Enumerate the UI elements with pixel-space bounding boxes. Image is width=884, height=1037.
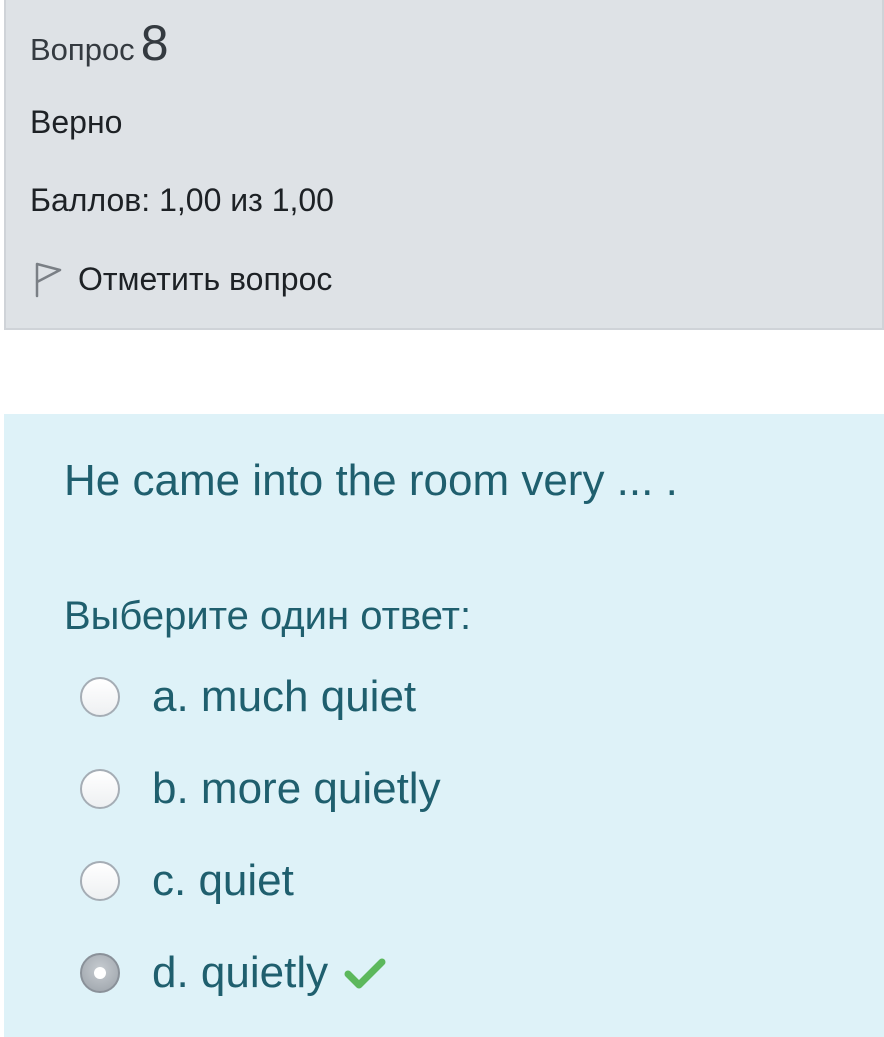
answer-radio-b[interactable] bbox=[80, 769, 120, 809]
answer-label-a: a. much quiet bbox=[152, 672, 417, 721]
question-text: He came into the room very ... . bbox=[64, 456, 678, 505]
answer-label-c: c. quiet bbox=[152, 856, 294, 905]
flag-icon bbox=[35, 262, 62, 298]
question-state: Верно bbox=[30, 104, 123, 140]
question-label: Вопрос bbox=[30, 32, 135, 67]
question-formulation: He came into the room very ... . Выберит… bbox=[4, 414, 884, 1037]
question-info-panel: Вопрос 8 Верно Баллов: 1,00 из 1,00 Отмет… bbox=[4, 0, 884, 330]
answer-radio-a[interactable] bbox=[80, 677, 120, 717]
answer-prompt: Выберите один ответ: bbox=[64, 594, 472, 638]
check-icon bbox=[344, 958, 386, 989]
answer-option-b[interactable]: b. more quietly bbox=[80, 764, 441, 814]
answer-radio-d[interactable] bbox=[80, 953, 120, 993]
answer-radio-c[interactable] bbox=[80, 861, 120, 901]
question-grade: Баллов: 1,00 из 1,00 bbox=[30, 182, 334, 218]
flag-question-label: Отметить вопрос bbox=[78, 260, 333, 297]
answer-label-b: b. more quietly bbox=[152, 764, 441, 813]
question-number: 8 bbox=[140, 15, 169, 71]
answer-option-d[interactable]: d. quietly bbox=[80, 948, 386, 998]
answer-option-a[interactable]: a. much quiet bbox=[80, 672, 416, 722]
answer-option-c[interactable]: c. quiet bbox=[80, 856, 294, 906]
answer-label-d: d. quietly bbox=[152, 948, 329, 997]
question-number-heading: Вопрос 8 bbox=[30, 14, 169, 72]
flag-question-link[interactable]: Отметить вопрос bbox=[32, 260, 332, 298]
